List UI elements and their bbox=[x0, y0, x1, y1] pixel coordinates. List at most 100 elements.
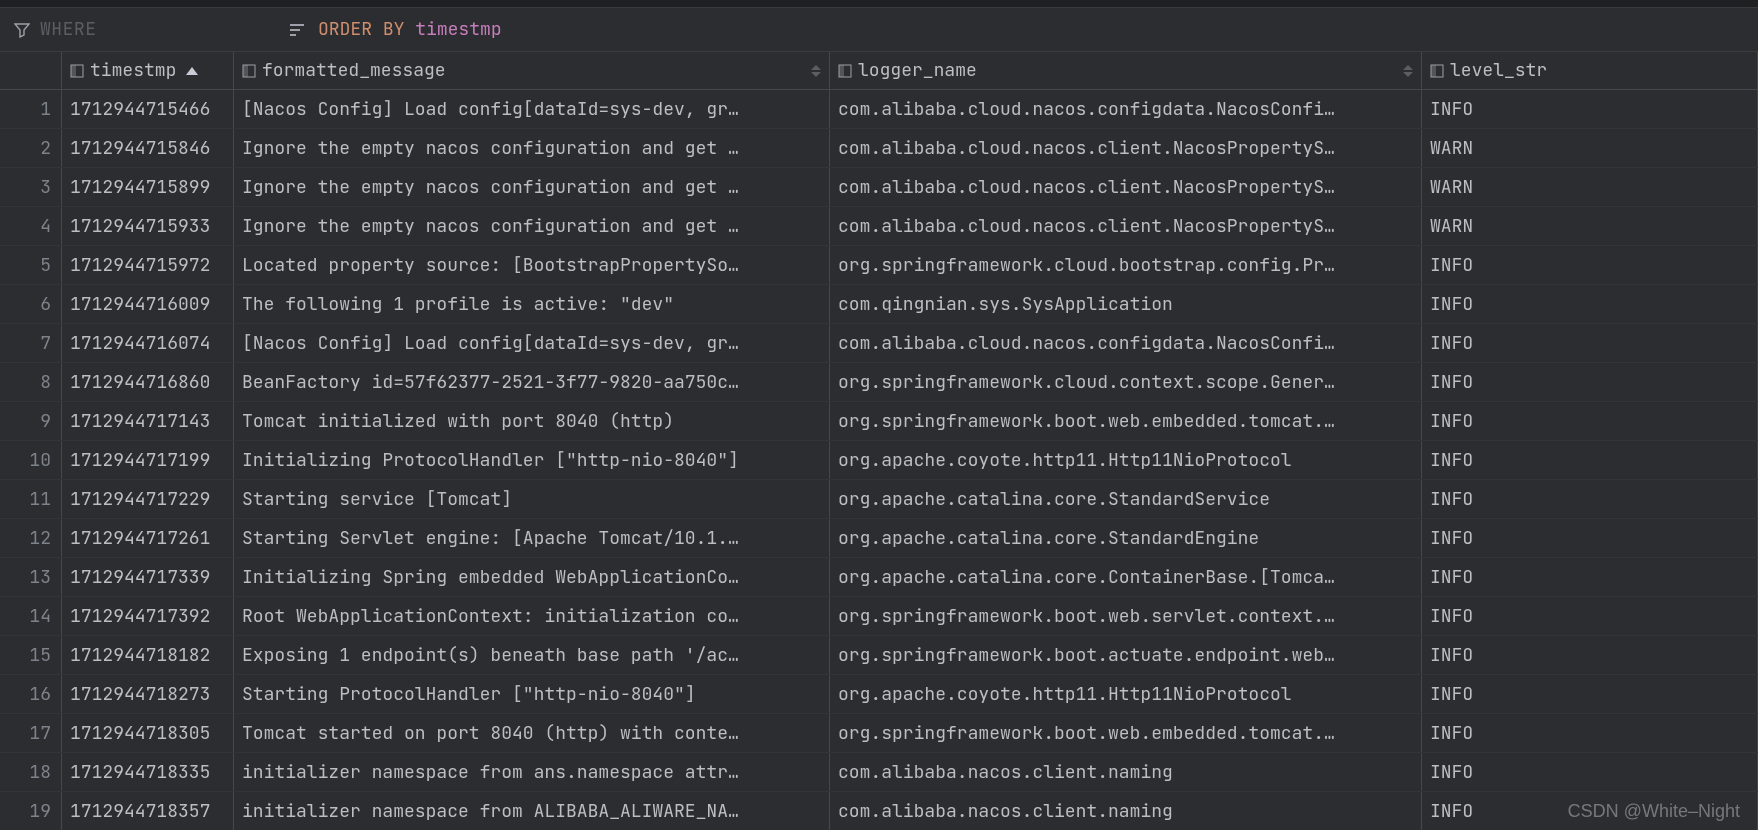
cell-timestmp[interactable]: 1712944717229 bbox=[62, 480, 234, 518]
sort-toggle-icon[interactable] bbox=[811, 65, 821, 77]
table-row[interactable]: 111712944717229Starting service [Tomcat]… bbox=[0, 480, 1758, 519]
cell-logger-name[interactable]: com.alibaba.cloud.nacos.configdata.Nacos… bbox=[830, 324, 1422, 362]
cell-timestmp[interactable]: 1712944715933 bbox=[62, 207, 234, 245]
cell-level-string[interactable]: INFO bbox=[1422, 285, 1758, 323]
cell-formatted-message[interactable]: Starting Servlet engine: [Apache Tomcat/… bbox=[234, 519, 830, 557]
row-number[interactable]: 13 bbox=[0, 558, 62, 596]
cell-timestmp[interactable]: 1712944716074 bbox=[62, 324, 234, 362]
cell-formatted-message[interactable]: Starting service [Tomcat] bbox=[234, 480, 830, 518]
table-row[interactable]: 191712944718357initializer namespace fro… bbox=[0, 792, 1758, 830]
cell-timestmp[interactable]: 1712944717199 bbox=[62, 441, 234, 479]
cell-formatted-message[interactable]: [Nacos Config] Load config[dataId=sys-de… bbox=[234, 324, 830, 362]
row-number[interactable]: 4 bbox=[0, 207, 62, 245]
cell-logger-name[interactable]: org.apache.catalina.core.ContainerBase.[… bbox=[830, 558, 1422, 596]
cell-level-string[interactable]: INFO bbox=[1422, 480, 1758, 518]
table-row[interactable]: 141712944717392Root WebApplicationContex… bbox=[0, 597, 1758, 636]
table-row[interactable]: 31712944715899Ignore the empty nacos con… bbox=[0, 168, 1758, 207]
cell-level-string[interactable]: INFO bbox=[1422, 324, 1758, 362]
row-number[interactable]: 9 bbox=[0, 402, 62, 440]
table-row[interactable]: 51712944715972Located property source: [… bbox=[0, 246, 1758, 285]
cell-timestmp[interactable]: 1712944717261 bbox=[62, 519, 234, 557]
row-number[interactable]: 18 bbox=[0, 753, 62, 791]
cell-logger-name[interactable]: org.apache.catalina.core.StandardService bbox=[830, 480, 1422, 518]
column-header-level-string[interactable]: level_str bbox=[1422, 52, 1758, 89]
table-row[interactable]: 11712944715466[Nacos Config] Load config… bbox=[0, 90, 1758, 129]
cell-level-string[interactable]: WARN bbox=[1422, 168, 1758, 206]
table-row[interactable]: 21712944715846Ignore the empty nacos con… bbox=[0, 129, 1758, 168]
row-number[interactable]: 3 bbox=[0, 168, 62, 206]
cell-level-string[interactable]: INFO bbox=[1422, 792, 1758, 830]
row-number[interactable]: 17 bbox=[0, 714, 62, 752]
row-number[interactable]: 6 bbox=[0, 285, 62, 323]
table-row[interactable]: 151712944718182Exposing 1 endpoint(s) be… bbox=[0, 636, 1758, 675]
cell-logger-name[interactable]: com.qingnian.sys.SysApplication bbox=[830, 285, 1422, 323]
row-number[interactable]: 19 bbox=[0, 792, 62, 830]
cell-level-string[interactable]: INFO bbox=[1422, 519, 1758, 557]
cell-timestmp[interactable]: 1712944718305 bbox=[62, 714, 234, 752]
cell-level-string[interactable]: WARN bbox=[1422, 129, 1758, 167]
cell-level-string[interactable]: INFO bbox=[1422, 714, 1758, 752]
table-row[interactable]: 81712944716860BeanFactory id=57f62377-25… bbox=[0, 363, 1758, 402]
row-number[interactable]: 16 bbox=[0, 675, 62, 713]
cell-formatted-message[interactable]: Ignore the empty nacos configuration and… bbox=[234, 129, 830, 167]
row-number[interactable]: 15 bbox=[0, 636, 62, 674]
cell-timestmp[interactable]: 1712944718335 bbox=[62, 753, 234, 791]
cell-level-string[interactable]: INFO bbox=[1422, 753, 1758, 791]
cell-level-string[interactable]: INFO bbox=[1422, 402, 1758, 440]
row-number[interactable]: 12 bbox=[0, 519, 62, 557]
row-number[interactable]: 1 bbox=[0, 90, 62, 128]
table-row[interactable]: 41712944715933Ignore the empty nacos con… bbox=[0, 207, 1758, 246]
cell-level-string[interactable]: WARN bbox=[1422, 207, 1758, 245]
cell-logger-name[interactable]: org.springframework.boot.web.embedded.to… bbox=[830, 714, 1422, 752]
cell-logger-name[interactable]: com.alibaba.nacos.client.naming bbox=[830, 753, 1422, 791]
cell-timestmp[interactable]: 1712944718357 bbox=[62, 792, 234, 830]
table-row[interactable]: 161712944718273Starting ProtocolHandler … bbox=[0, 675, 1758, 714]
where-filter[interactable]: WHERE bbox=[0, 18, 276, 41]
cell-formatted-message[interactable]: Starting ProtocolHandler ["http-nio-8040… bbox=[234, 675, 830, 713]
cell-timestmp[interactable]: 1712944716009 bbox=[62, 285, 234, 323]
cell-formatted-message[interactable]: initializer namespace from ALIBABA_ALIWA… bbox=[234, 792, 830, 830]
column-header-logger-name[interactable]: logger_name bbox=[830, 52, 1422, 89]
cell-timestmp[interactable]: 1712944717392 bbox=[62, 597, 234, 635]
cell-level-string[interactable]: INFO bbox=[1422, 597, 1758, 635]
cell-logger-name[interactable]: com.alibaba.cloud.nacos.configdata.Nacos… bbox=[830, 90, 1422, 128]
cell-logger-name[interactable]: org.apache.catalina.core.StandardEngine bbox=[830, 519, 1422, 557]
orderby-filter[interactable]: ORDER BY timestmp bbox=[276, 18, 1758, 41]
cell-timestmp[interactable]: 1712944716860 bbox=[62, 363, 234, 401]
table-row[interactable]: 61712944716009The following 1 profile is… bbox=[0, 285, 1758, 324]
cell-formatted-message[interactable]: Tomcat started on port 8040 (http) with … bbox=[234, 714, 830, 752]
cell-formatted-message[interactable]: Ignore the empty nacos configuration and… bbox=[234, 207, 830, 245]
row-number[interactable]: 7 bbox=[0, 324, 62, 362]
row-number[interactable]: 5 bbox=[0, 246, 62, 284]
cell-logger-name[interactable]: org.springframework.boot.actuate.endpoin… bbox=[830, 636, 1422, 674]
cell-formatted-message[interactable]: [Nacos Config] Load config[dataId=sys-de… bbox=[234, 90, 830, 128]
cell-logger-name[interactable]: com.alibaba.nacos.client.naming bbox=[830, 792, 1422, 830]
table-row[interactable]: 101712944717199Initializing ProtocolHand… bbox=[0, 441, 1758, 480]
table-row[interactable]: 131712944717339Initializing Spring embed… bbox=[0, 558, 1758, 597]
cell-timestmp[interactable]: 1712944718273 bbox=[62, 675, 234, 713]
column-header-formatted-message[interactable]: formatted_message bbox=[234, 52, 830, 89]
cell-level-string[interactable]: INFO bbox=[1422, 441, 1758, 479]
cell-logger-name[interactable]: com.alibaba.cloud.nacos.client.NacosProp… bbox=[830, 129, 1422, 167]
cell-level-string[interactable]: INFO bbox=[1422, 363, 1758, 401]
cell-timestmp[interactable]: 1712944715899 bbox=[62, 168, 234, 206]
row-number[interactable]: 8 bbox=[0, 363, 62, 401]
cell-level-string[interactable]: INFO bbox=[1422, 246, 1758, 284]
table-body[interactable]: 11712944715466[Nacos Config] Load config… bbox=[0, 90, 1758, 830]
cell-timestmp[interactable]: 1712944718182 bbox=[62, 636, 234, 674]
row-number[interactable]: 10 bbox=[0, 441, 62, 479]
table-row[interactable]: 181712944718335initializer namespace fro… bbox=[0, 753, 1758, 792]
cell-formatted-message[interactable]: Located property source: [BootstrapPrope… bbox=[234, 246, 830, 284]
cell-formatted-message[interactable]: Ignore the empty nacos configuration and… bbox=[234, 168, 830, 206]
column-header-timestmp[interactable]: timestmp bbox=[62, 52, 234, 89]
gutter-header[interactable] bbox=[0, 52, 62, 89]
table-row[interactable]: 171712944718305Tomcat started on port 80… bbox=[0, 714, 1758, 753]
sort-toggle-icon[interactable] bbox=[1403, 65, 1413, 77]
table-row[interactable]: 121712944717261Starting Servlet engine: … bbox=[0, 519, 1758, 558]
row-number[interactable]: 2 bbox=[0, 129, 62, 167]
table-row[interactable]: 71712944716074[Nacos Config] Load config… bbox=[0, 324, 1758, 363]
cell-formatted-message[interactable]: Exposing 1 endpoint(s) beneath base path… bbox=[234, 636, 830, 674]
cell-formatted-message[interactable]: Initializing Spring embedded WebApplicat… bbox=[234, 558, 830, 596]
cell-level-string[interactable]: INFO bbox=[1422, 90, 1758, 128]
cell-logger-name[interactable]: org.springframework.cloud.bootstrap.conf… bbox=[830, 246, 1422, 284]
